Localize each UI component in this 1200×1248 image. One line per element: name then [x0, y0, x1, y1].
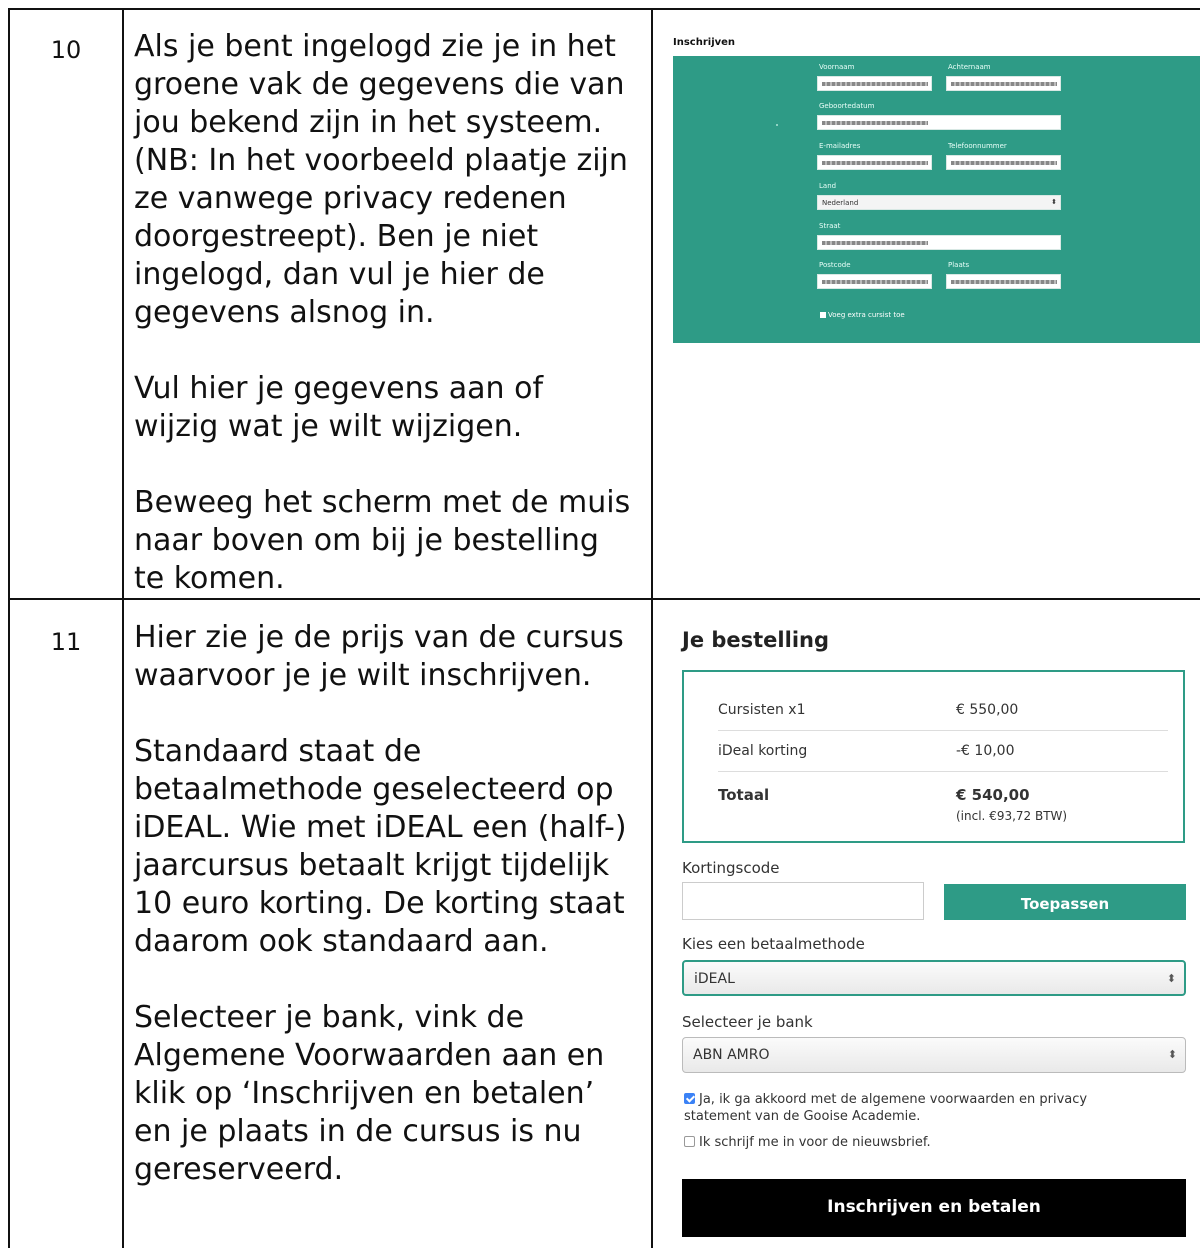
- redacted-value: [951, 280, 1057, 284]
- terms-label: Ja, ik ga akkoord met de algemene voorwa…: [684, 1092, 1088, 1124]
- coupon-input[interactable]: [682, 882, 924, 920]
- straat-field[interactable]: [817, 235, 1061, 250]
- paragraph: Hier zie je de prijs van de cursus waarv…: [134, 620, 624, 693]
- order-line-label: iDeal korting: [718, 743, 808, 759]
- select-arrows-icon: ⬍: [1166, 972, 1176, 985]
- email-field[interactable]: [817, 155, 932, 170]
- order-line-label: Cursisten x1: [718, 702, 806, 718]
- order-total: Totaal € 540,00: [718, 786, 1168, 804]
- select-arrows-icon: ⬍: [1167, 1048, 1177, 1061]
- plaats-label: Plaats: [948, 261, 970, 269]
- payment-method-label: Kies een betaalmethode: [682, 935, 865, 953]
- unchecked-checkbox-icon[interactable]: [684, 1136, 695, 1147]
- telefoon-label: Telefoonnummer: [948, 142, 1007, 150]
- email-label: E-mailadres: [819, 142, 861, 150]
- total-value: € 540,00: [956, 786, 1030, 804]
- redacted-value: [822, 161, 928, 165]
- coupon-label: Kortingscode: [682, 859, 780, 877]
- registration-form-screenshot: Inschrijven Voornaam Achternaam Geboorte…: [673, 32, 1200, 344]
- checked-checkbox-icon[interactable]: [684, 1093, 695, 1104]
- total-tax-value: (incl. €93,72 BTW): [956, 809, 1068, 823]
- redacted-value: [822, 121, 928, 125]
- paragraph: Als je bent ingelogd zie je in het groen…: [134, 29, 628, 330]
- total-label: Totaal: [718, 786, 770, 804]
- form-panel: Voornaam Achternaam Geboortedatum E-mail…: [673, 56, 1200, 343]
- geboortedatum-label: Geboortedatum: [819, 102, 875, 110]
- redacted-value: [822, 241, 928, 245]
- extra-cursist-checkbox[interactable]: Voeg extra cursist toe: [820, 311, 905, 319]
- order-line: Cursisten x1 € 550,00: [718, 702, 1168, 718]
- redacted-value: [951, 161, 1057, 165]
- payment-method-select[interactable]: iDEAL ⬍: [682, 960, 1186, 996]
- checkbox-box: [820, 312, 826, 318]
- redacted-value: [951, 82, 1057, 86]
- bank-select[interactable]: ABN AMRO ⬍: [682, 1037, 1186, 1073]
- plaats-field[interactable]: [946, 274, 1061, 289]
- form-title: Inschrijven: [673, 37, 736, 48]
- geboortedatum-field[interactable]: [817, 115, 1061, 130]
- paragraph: Vul hier je gegevens aan of wijzig wat j…: [134, 371, 543, 444]
- step-number: 10: [50, 36, 82, 64]
- select-arrows-icon: ⬍: [1051, 198, 1057, 206]
- redacted-value: [822, 82, 928, 86]
- table-column-divider: [651, 8, 653, 1248]
- voornaam-label: Voornaam: [819, 63, 855, 71]
- bank-value: ABN AMRO: [693, 1047, 770, 1063]
- redacted-value: [822, 280, 928, 284]
- newsletter-label: Ik schrijf me in voor de nieuwsbrief.: [699, 1135, 931, 1150]
- order-summary: Cursisten x1 € 550,00 iDeal korting -€ 1…: [682, 670, 1185, 843]
- paragraph: Standaard staat de betaalmethode geselec…: [134, 734, 627, 959]
- paragraph: Selecteer je bank, vink de Algemene Voor…: [134, 1000, 605, 1187]
- order-line: iDeal korting -€ 10,00: [718, 743, 1168, 759]
- step-description: Als je bent ingelogd zie je in het groen…: [134, 28, 634, 636]
- postcode-field[interactable]: [817, 274, 932, 289]
- decorative-dot: [776, 124, 778, 126]
- table-border-top: [8, 8, 1200, 10]
- paragraph: Beweeg het scherm met de muis naar boven…: [134, 485, 631, 596]
- table-column-divider: [122, 8, 124, 1248]
- newsletter-checkbox-row[interactable]: Ik schrijf me in voor de nieuwsbrief.: [684, 1134, 1144, 1151]
- extra-cursist-label: Voeg extra cursist toe: [828, 311, 905, 319]
- bank-label: Selecteer je bank: [682, 1013, 813, 1031]
- land-select[interactable]: Nederland ⬍: [817, 195, 1061, 210]
- telefoon-field[interactable]: [946, 155, 1061, 170]
- apply-coupon-button[interactable]: Toepassen: [944, 884, 1186, 920]
- step-description: Hier zie je de prijs van de cursus waarv…: [134, 619, 634, 1227]
- land-label: Land: [819, 182, 837, 190]
- summary-divider: [718, 730, 1168, 731]
- order-title: Je bestelling: [682, 628, 829, 652]
- order-line-value: -€ 10,00: [956, 743, 1015, 759]
- postcode-label: Postcode: [819, 261, 851, 269]
- achternaam-field[interactable]: [946, 76, 1061, 91]
- terms-checkbox-row[interactable]: Ja, ik ga akkoord met de algemene voorwa…: [684, 1091, 1144, 1125]
- submit-order-button[interactable]: Inschrijven en betalen: [682, 1179, 1186, 1237]
- payment-method-value: iDEAL: [694, 971, 735, 987]
- achternaam-label: Achternaam: [948, 63, 991, 71]
- order-line-value: € 550,00: [956, 702, 1019, 718]
- straat-label: Straat: [819, 222, 841, 230]
- land-value: Nederland: [822, 199, 859, 207]
- step-number: 11: [50, 628, 82, 656]
- summary-divider: [718, 771, 1168, 772]
- voornaam-field[interactable]: [817, 76, 932, 91]
